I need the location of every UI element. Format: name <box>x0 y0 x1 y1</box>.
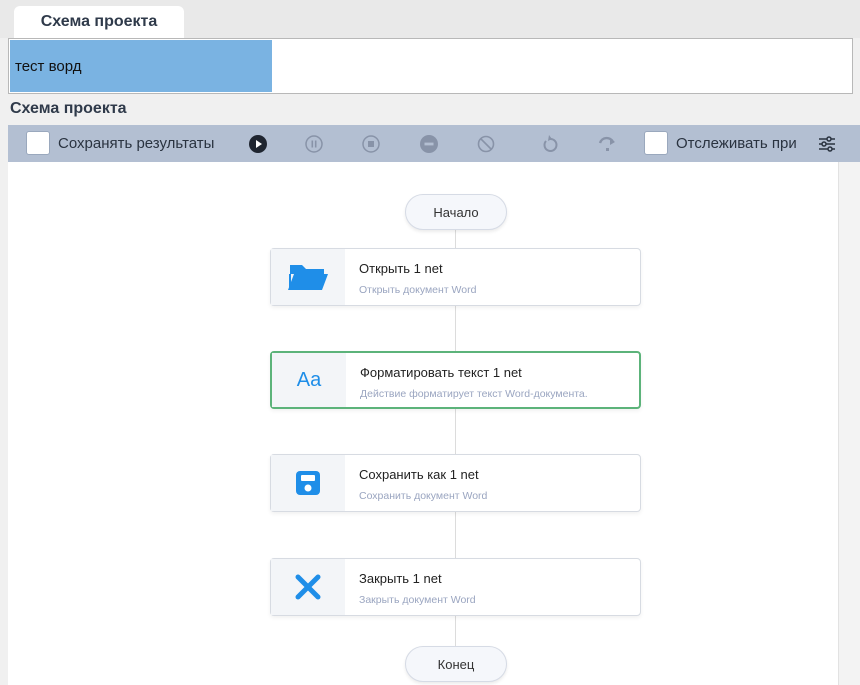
section-title: Схема проекта <box>10 100 127 117</box>
node-description: Закрыть документ Word <box>359 594 476 606</box>
node-description: Сохранить документ Word <box>359 490 488 502</box>
node-description: Действие форматирует текст Word-документ… <box>360 388 588 400</box>
text-format-icon: Aa <box>272 353 346 407</box>
stop-icon[interactable] <box>361 134 381 154</box>
tab-bar: Схема проекта <box>0 0 860 38</box>
flow-node-open[interactable]: Открыть 1 net Открыть документ Word <box>270 248 641 306</box>
save-results-label: Сохранять результаты <box>58 135 215 152</box>
node-title: Сохранить как 1 net <box>359 467 479 482</box>
track-checkbox[interactable] <box>644 131 668 155</box>
stop-all-icon[interactable] <box>419 134 439 154</box>
project-list-item-selected[interactable]: тест ворд <box>10 40 272 92</box>
flow-node-close[interactable]: Закрыть 1 net Закрыть документ Word <box>270 558 641 616</box>
flow-end[interactable]: Конец <box>405 646 507 682</box>
track-label: Отслеживать при <box>676 135 797 152</box>
text-format-icon-glyph: Aa <box>296 368 322 391</box>
flow-node-format-text[interactable]: Aa Форматировать текст 1 net Действие фо… <box>270 351 641 409</box>
save-icon <box>271 455 345 511</box>
tab-project-scheme[interactable]: Схема проекта <box>14 6 184 38</box>
canvas-scrollbar[interactable] <box>838 162 860 685</box>
node-title: Форматировать текст 1 net <box>360 365 522 380</box>
close-icon <box>271 559 345 615</box>
node-description: Открыть документ Word <box>359 284 477 296</box>
folder-icon <box>271 249 345 305</box>
undo-icon[interactable] <box>539 133 561 155</box>
project-list[interactable]: тест ворд <box>8 38 853 94</box>
toolbar: Сохранять результаты Отслеживать при <box>8 125 860 162</box>
save-results-checkbox[interactable] <box>26 131 50 155</box>
play-icon[interactable] <box>248 134 268 154</box>
node-title: Закрыть 1 net <box>359 571 442 586</box>
flow-node-save-as[interactable]: Сохранить как 1 net Сохранить документ W… <box>270 454 641 512</box>
redo-icon[interactable] <box>596 133 618 155</box>
pause-icon[interactable] <box>304 134 324 154</box>
settings-icon[interactable] <box>816 133 838 155</box>
flow-start[interactable]: Начало <box>405 194 507 230</box>
flow-canvas[interactable]: Начало Открыть 1 net Открыть документ Wo… <box>8 162 838 685</box>
cancel-icon[interactable] <box>476 134 496 154</box>
node-title: Открыть 1 net <box>359 261 443 276</box>
